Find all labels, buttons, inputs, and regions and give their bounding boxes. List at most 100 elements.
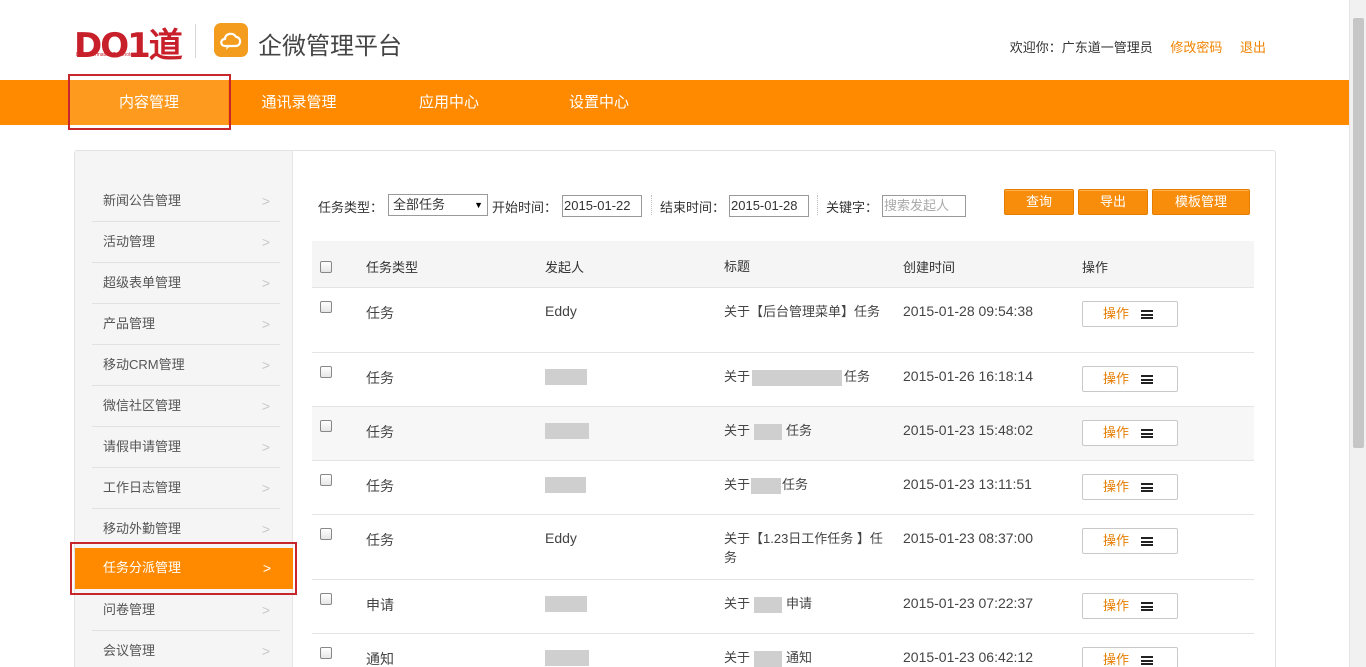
header-user: 发起人 (545, 260, 585, 275)
sidebar-item-worklog[interactable]: 工作日志管理 > (92, 468, 280, 509)
content-panel: 新闻公告管理 > 活动管理 > 超级表单管理 > 产品管理 > 移动CRM管理 > 微信社… (74, 150, 1276, 667)
row-user-redacted (545, 476, 586, 494)
chevron-right-icon: > (261, 439, 270, 455)
sidebar-item-label: 移动外勤管理 (103, 521, 182, 536)
nav-item-content[interactable]: 内容管理 (70, 80, 228, 125)
row-op-button[interactable]: 操作 (1082, 366, 1178, 392)
export-button[interactable]: 导出 (1078, 189, 1148, 215)
row-title: 关于 任务 (724, 369, 871, 386)
row-type: 任务 (366, 424, 394, 440)
row-type: 任务 (366, 370, 394, 386)
row-user-redacted (545, 649, 589, 667)
header-op: 操作 (1082, 260, 1109, 275)
table-row: 任务 Eddy 关于【1.23日工作任务 】任务 2015-01-23 08:3… (312, 515, 1254, 580)
row-checkbox[interactable] (320, 593, 332, 605)
table-header-row: 任务类型 发起人 标题 创建时间 操作 (312, 241, 1254, 288)
row-type: 通知 (366, 651, 394, 667)
do1-logo[interactable]: DO1道 Do1 Information Technology (74, 22, 183, 66)
sidebar-item-label: 移动CRM管理 (103, 357, 185, 372)
op-label: 操作 (1103, 533, 1130, 548)
row-checkbox[interactable] (320, 366, 332, 378)
task-type-label: 任务类型： (318, 200, 384, 215)
task-type-select[interactable]: 全部任务 ▼ (388, 194, 488, 216)
row-title: 关于【1.23日工作任务 】任务 (724, 531, 883, 565)
sidebar-item-news[interactable]: 新闻公告管理 > (92, 181, 280, 222)
table-row: 申请 关于 申请 2015-01-23 07:22:37 操作 (312, 580, 1254, 634)
select-all-checkbox[interactable] (320, 261, 332, 273)
row-time: 2015-01-26 16:18:14 (903, 368, 1033, 384)
query-button[interactable]: 查询 (1004, 189, 1074, 215)
row-checkbox[interactable] (320, 420, 332, 432)
row-checkbox[interactable] (320, 528, 332, 540)
welcome-text: 欢迎你：广东道一管理员 (1009, 40, 1153, 55)
row-title: 关于 通知 (724, 650, 813, 667)
chevron-right-icon: > (261, 316, 270, 332)
scrollbar-thumb[interactable] (1353, 18, 1364, 448)
menu-icon (1141, 537, 1153, 546)
template-manage-button[interactable]: 模板管理 (1152, 189, 1250, 215)
sidebar-item-survey[interactable]: 问卷管理 > (92, 590, 280, 631)
chevron-right-icon: > (261, 480, 270, 496)
row-title: 关于 申请 (724, 596, 813, 613)
row-op-button[interactable]: 操作 (1082, 593, 1178, 619)
logo-subtitle: Do1 Information Technology (76, 52, 139, 58)
table-row: 任务 关于 任务 2015-01-23 13:11:51 操作 (312, 461, 1254, 515)
row-user-redacted (545, 368, 587, 386)
sidebar-item-field-work[interactable]: 移动外勤管理 > (92, 509, 280, 550)
sidebar-item-task-dispatch[interactable]: 任务分派管理 > (75, 548, 293, 589)
row-checkbox[interactable] (320, 647, 332, 659)
row-user-redacted (545, 595, 587, 613)
task-type-value: 全部任务 (393, 197, 446, 212)
logout-link[interactable]: 退出 (1240, 40, 1266, 55)
sidebar-item-products[interactable]: 产品管理 > (92, 304, 280, 345)
sidebar-item-label: 任务分派管理 (103, 560, 182, 575)
cloud-app-icon (214, 23, 248, 57)
end-time-input[interactable]: 2015-01-28 (729, 195, 809, 217)
vertical-scrollbar[interactable] (1349, 0, 1366, 667)
row-type: 申请 (366, 597, 394, 613)
header: DO1道 Do1 Information Technology 企微管理平台 欢… (0, 0, 1349, 80)
sidebar-item-activity[interactable]: 活动管理 > (92, 222, 280, 263)
row-op-button[interactable]: 操作 (1082, 420, 1178, 446)
sidebar-item-meeting[interactable]: 会议管理 > (92, 631, 280, 667)
row-op-button[interactable]: 操作 (1082, 647, 1178, 667)
keyword-search-input[interactable]: 搜索发起人 (882, 195, 966, 217)
chevron-down-icon: ▼ (474, 200, 483, 210)
sidebar-item-community[interactable]: 微信社区管理 > (92, 386, 280, 427)
chevron-right-icon: > (261, 193, 270, 209)
main-nav: 内容管理 通讯录管理 应用中心 设置中心 (0, 80, 1349, 125)
start-time-input[interactable]: 2015-01-22 (562, 195, 642, 217)
chevron-right-icon: > (261, 275, 270, 291)
row-time: 2015-01-23 13:11:51 (903, 476, 1032, 492)
table-row: 任务 关于 任务 2015-01-23 15:48:02 操作 (312, 407, 1254, 461)
chevron-right-icon: > (262, 560, 271, 576)
row-checkbox[interactable] (320, 301, 332, 313)
row-op-button[interactable]: 操作 (1082, 474, 1178, 500)
table-row: 通知 关于 通知 2015-01-23 06:42:12 操作 (312, 634, 1254, 667)
logo-text: DO1道 (74, 26, 183, 66)
sidebar-item-forms[interactable]: 超级表单管理 > (92, 263, 280, 304)
header-title: 标题 (724, 259, 751, 274)
nav-item-contacts[interactable]: 通讯录管理 (228, 80, 370, 125)
logo-divider (195, 24, 196, 58)
sidebar-item-label: 工作日志管理 (103, 480, 182, 495)
sidebar-item-crm[interactable]: 移动CRM管理 > (92, 345, 280, 386)
table-row: 任务 Eddy 关于【后台管理菜单】任务 2015-01-28 09:54:38… (312, 288, 1254, 353)
row-type: 任务 (366, 532, 394, 548)
table-row: 任务 关于 任务 2015-01-26 16:18:14 操作 (312, 353, 1254, 407)
change-password-link[interactable]: 修改密码 (1170, 40, 1222, 55)
sidebar-item-label: 问卷管理 (103, 602, 156, 617)
nav-item-apps[interactable]: 应用中心 (370, 80, 528, 125)
row-checkbox[interactable] (320, 474, 332, 486)
nav-item-settings[interactable]: 设置中心 (528, 80, 670, 125)
op-label: 操作 (1103, 306, 1130, 321)
row-op-button[interactable]: 操作 (1082, 301, 1178, 327)
menu-icon (1141, 602, 1153, 611)
sidebar-item-leave[interactable]: 请假申请管理 > (92, 427, 280, 468)
sidebar-item-label: 会议管理 (103, 643, 156, 658)
header-type: 任务类型 (366, 260, 419, 275)
row-time: 2015-01-28 09:54:38 (903, 303, 1033, 319)
user-area: 欢迎你：广东道一管理员 修改密码 退出 (1010, 37, 1266, 56)
row-op-button[interactable]: 操作 (1082, 528, 1178, 554)
row-title: 关于【后台管理菜单】任务 (724, 304, 881, 319)
